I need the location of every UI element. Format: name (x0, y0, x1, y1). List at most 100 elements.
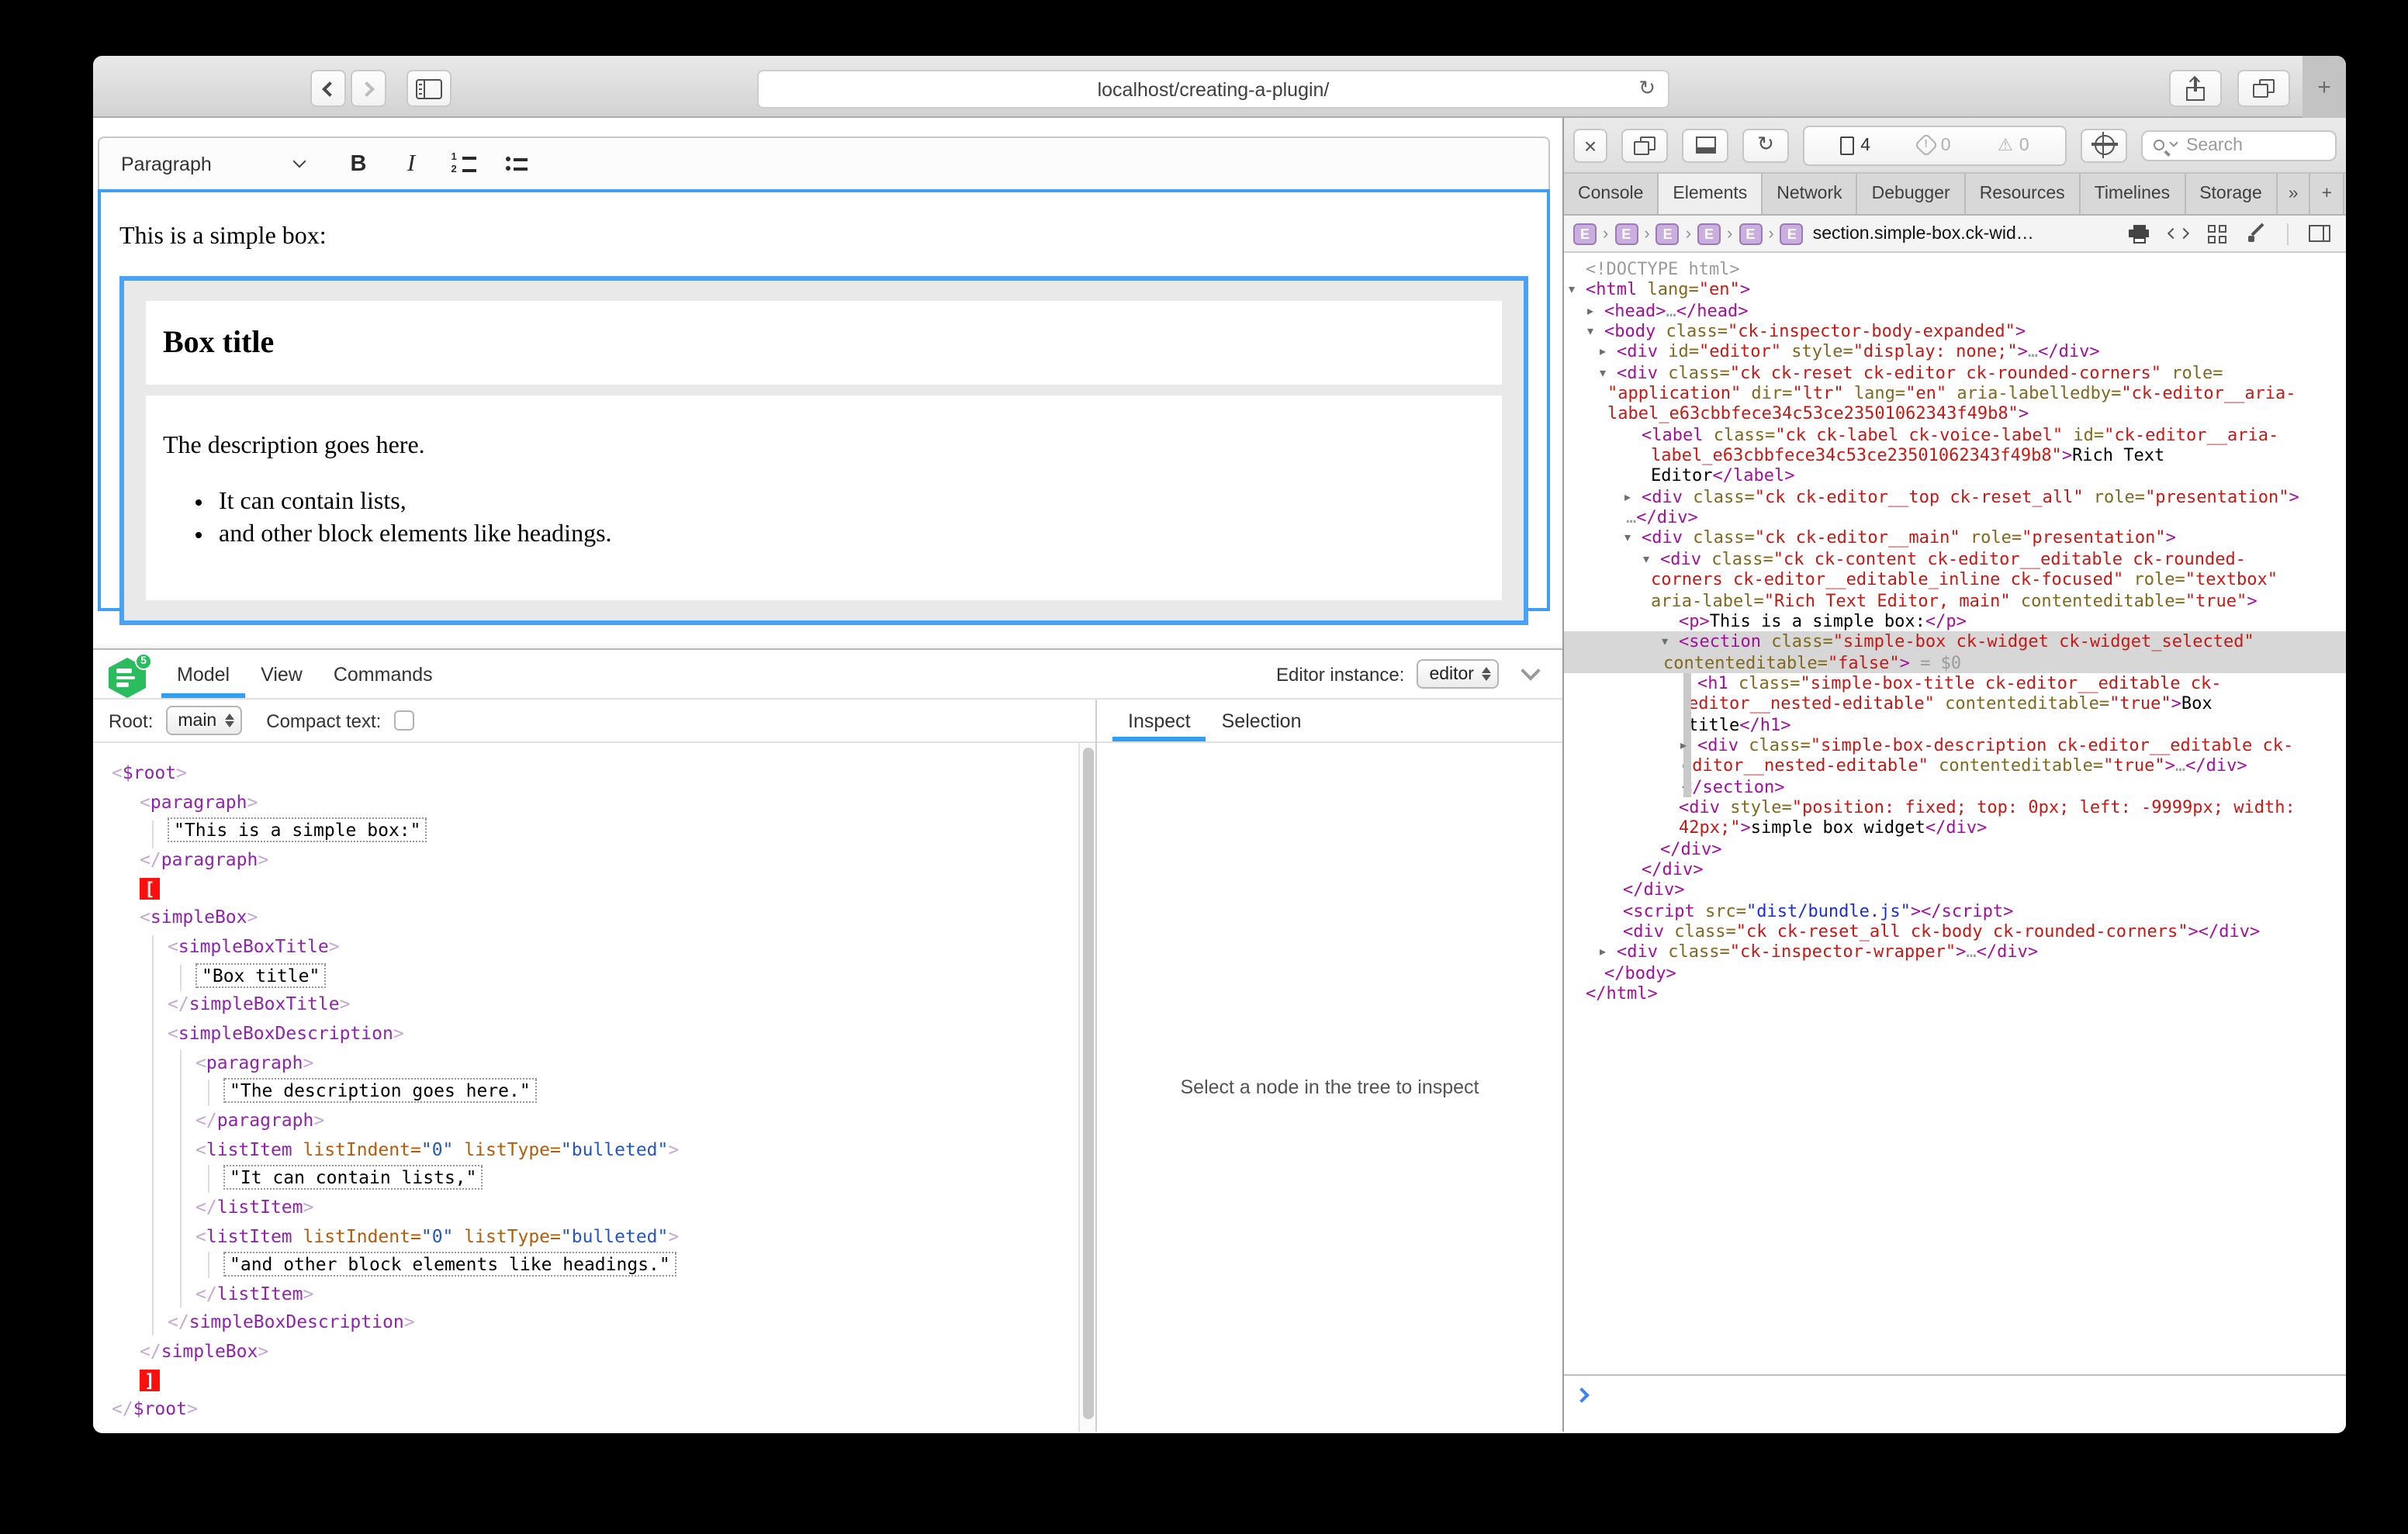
dom-tree-line[interactable]: "application" dir="ltr" lang="en" aria-l… (1564, 383, 2346, 404)
dom-tree-line[interactable]: ▾<div class="ck ck-editor__main" role="p… (1564, 528, 2346, 549)
element-picker-button[interactable] (2081, 128, 2127, 162)
dom-tree-line[interactable]: </body> (1564, 962, 2346, 983)
model-tree-line[interactable]: <paragraph> (93, 1048, 679, 1076)
sidebar-toggle-button[interactable] (407, 70, 452, 107)
tab-resources[interactable]: Resources (1966, 174, 2081, 214)
forward-button[interactable] (351, 70, 386, 107)
warning-count[interactable]: ⚠ 0 (1998, 135, 2029, 155)
dom-tree-line[interactable]: </div> (1564, 838, 2346, 859)
model-text-node[interactable]: "and other block elements like headings.… (223, 1252, 676, 1277)
tab-commands[interactable]: Commands (318, 650, 448, 698)
bold-button[interactable]: B (335, 143, 382, 184)
breadcrumb-element-badge[interactable]: E (1614, 223, 1638, 244)
dom-tree-line[interactable]: ▸<div class="ck ck-editor__top ck-reset_… (1564, 487, 2346, 508)
tab-console[interactable]: Console (1564, 174, 1659, 214)
breadcrumb-element-badge[interactable]: E (1656, 223, 1680, 244)
dom-tree-line[interactable]: ▾<div class="ck ck-content ck-editor__ed… (1564, 549, 2346, 570)
dom-tree-line[interactable]: editor__nested-editable" contenteditable… (1564, 756, 2346, 777)
model-tree-line[interactable]: <$root> (93, 758, 679, 787)
dom-tree-line[interactable]: <p>This is a simple box:</p> (1564, 611, 2346, 632)
tab-elements[interactable]: Elements (1659, 174, 1763, 214)
model-text-node[interactable]: "The description goes here." (223, 1078, 537, 1103)
dom-tree-line[interactable]: </div> (1564, 859, 2346, 880)
tab-selection[interactable]: Selection (1206, 700, 1317, 741)
disclosure-triangle-icon[interactable]: ▾ (1587, 321, 1593, 342)
error-count[interactable]: ! 0 (1918, 136, 1951, 154)
reload-icon[interactable]: ↻ (1638, 78, 1656, 101)
breadcrumb-selected-node[interactable]: section.simple-box.ck-wid… (1813, 224, 2034, 243)
dom-tree-line[interactable]: contenteditable="false"> = $0 (1564, 652, 2346, 673)
model-tree-line[interactable]: </paragraph> (93, 845, 679, 874)
settings-button[interactable] (2344, 174, 2346, 214)
disclosure-triangle-icon[interactable]: ▾ (1600, 362, 1606, 383)
breadcrumb-element-badge[interactable]: E (1697, 223, 1721, 244)
disclosure-triangle-icon[interactable]: ▸ (1587, 300, 1593, 321)
dom-tree-line[interactable]: label_e63cbbfece34c53ce23501062343f49b8"… (1564, 445, 2346, 466)
simple-box-title-editable[interactable]: Box title (146, 301, 1502, 385)
model-tree-line[interactable]: </listItem> (93, 1193, 679, 1221)
disclosure-triangle-icon[interactable]: ▸ (1624, 487, 1631, 508)
model-tree-line[interactable]: </simpleBoxTitle> (93, 990, 679, 1019)
add-tab-button[interactable]: + (2311, 174, 2344, 214)
breadcrumb-element-badge[interactable]: E (1573, 223, 1597, 244)
bulleted-list-button[interactable] (493, 143, 540, 184)
numbered-list-button[interactable]: 1 2 (441, 143, 487, 184)
reload-page-button[interactable]: ↻ (1742, 128, 1789, 162)
dom-tree-line[interactable]: Editor</label> (1564, 466, 2346, 487)
model-tree-line[interactable]: </paragraph> (93, 1106, 679, 1135)
dom-tree-line[interactable]: <!DOCTYPE html> (1564, 259, 2346, 280)
editor-instance-select[interactable]: editor (1417, 659, 1499, 689)
compact-text-checkbox[interactable] (393, 710, 413, 731)
model-tree-line[interactable]: <listItem listIndent="0" listType="bulle… (93, 1135, 679, 1163)
disclosure-triangle-icon[interactable]: ▸ (1600, 342, 1606, 363)
details-sidebar-icon[interactable] (2309, 225, 2330, 242)
intro-paragraph[interactable]: This is a simple box: (119, 223, 1528, 251)
model-tree-line[interactable]: ] (93, 1366, 679, 1395)
dom-tree-line[interactable]: ▾<body class="ck-inspector-body-expanded… (1564, 321, 2346, 342)
model-tree-line[interactable]: </simpleBox> (93, 1337, 679, 1366)
show-source-icon[interactable] (2169, 230, 2188, 237)
breadcrumb-element-badge[interactable]: E (1780, 223, 1804, 244)
dom-tree-line[interactable]: ▸<head>…</head> (1564, 300, 2346, 321)
back-button[interactable] (310, 70, 346, 107)
model-tree-line[interactable]: "It can contain lists," (93, 1163, 679, 1192)
breadcrumb-element-badge[interactable]: E (1739, 223, 1762, 244)
dom-tree-line[interactable]: <div style="position: fixed; top: 0px; l… (1564, 797, 2346, 818)
dom-tree-line[interactable]: 42px;">simple box widget</div> (1564, 818, 2346, 839)
paragraph-style-dropdown[interactable]: Paragraph (112, 143, 313, 184)
editor-editable-area[interactable]: This is a simple box: Box title The desc… (98, 189, 1550, 611)
tab-model[interactable]: Model (161, 650, 245, 698)
quick-console[interactable] (1564, 1374, 2346, 1433)
simple-box-widget[interactable]: Box title The description goes here. It … (119, 276, 1528, 625)
model-tree-line[interactable]: "and other block elements like headings.… (93, 1250, 679, 1279)
model-text-node[interactable]: "This is a simple box:" (168, 818, 427, 843)
dom-tree-line[interactable]: </section> (1564, 776, 2346, 797)
collapse-inspector-icon[interactable] (1521, 661, 1540, 680)
dom-tree-line[interactable]: title</h1> (1564, 714, 2346, 735)
dom-tree-line[interactable]: ▸<div class="simple-box-description ck-e… (1564, 735, 2346, 756)
tab-timelines[interactable]: Timelines (2081, 174, 2186, 214)
model-tree-line[interactable]: <listItem listIndent="0" listType="bulle… (93, 1221, 679, 1250)
dom-tree-line[interactable]: ▸<div class="ck-inspector-wrapper">…</di… (1564, 942, 2346, 963)
dom-tree-line[interactable]: ▾<html lang="en"> (1564, 280, 2346, 301)
italic-button[interactable]: I (388, 143, 434, 184)
root-select[interactable]: main (165, 706, 241, 735)
styles-brush-icon[interactable] (2247, 223, 2267, 244)
model-tree-line[interactable]: <simpleBox> (93, 903, 679, 932)
inspector-search-field[interactable]: Search (2141, 130, 2337, 161)
model-tree-line[interactable]: "The description goes here." (93, 1076, 679, 1105)
tab-network[interactable]: Network (1763, 174, 1857, 214)
disclosure-triangle-icon[interactable]: ▸ (1600, 942, 1606, 963)
dom-tree-line[interactable]: …</div> (1564, 507, 2346, 528)
simple-box-description-editable[interactable]: The description goes here. It can contai… (146, 396, 1502, 600)
close-inspector-button[interactable]: × (1573, 128, 1607, 162)
share-button[interactable] (2169, 70, 2222, 107)
scrollbar-thumb[interactable] (1082, 748, 1093, 1419)
disclosure-triangle-icon[interactable]: ▾ (1643, 549, 1649, 570)
dom-tree-line[interactable]: </div> (1564, 880, 2346, 901)
disclosure-triangle-icon[interactable]: ▾ (1662, 631, 1668, 652)
print-styles-icon[interactable] (2129, 224, 2149, 243)
model-tree-line[interactable]: "This is a simple box:" (93, 817, 679, 845)
model-tree-scrollbar[interactable] (1078, 743, 1095, 1432)
disclosure-triangle-icon[interactable]: ▾ (1624, 528, 1631, 549)
